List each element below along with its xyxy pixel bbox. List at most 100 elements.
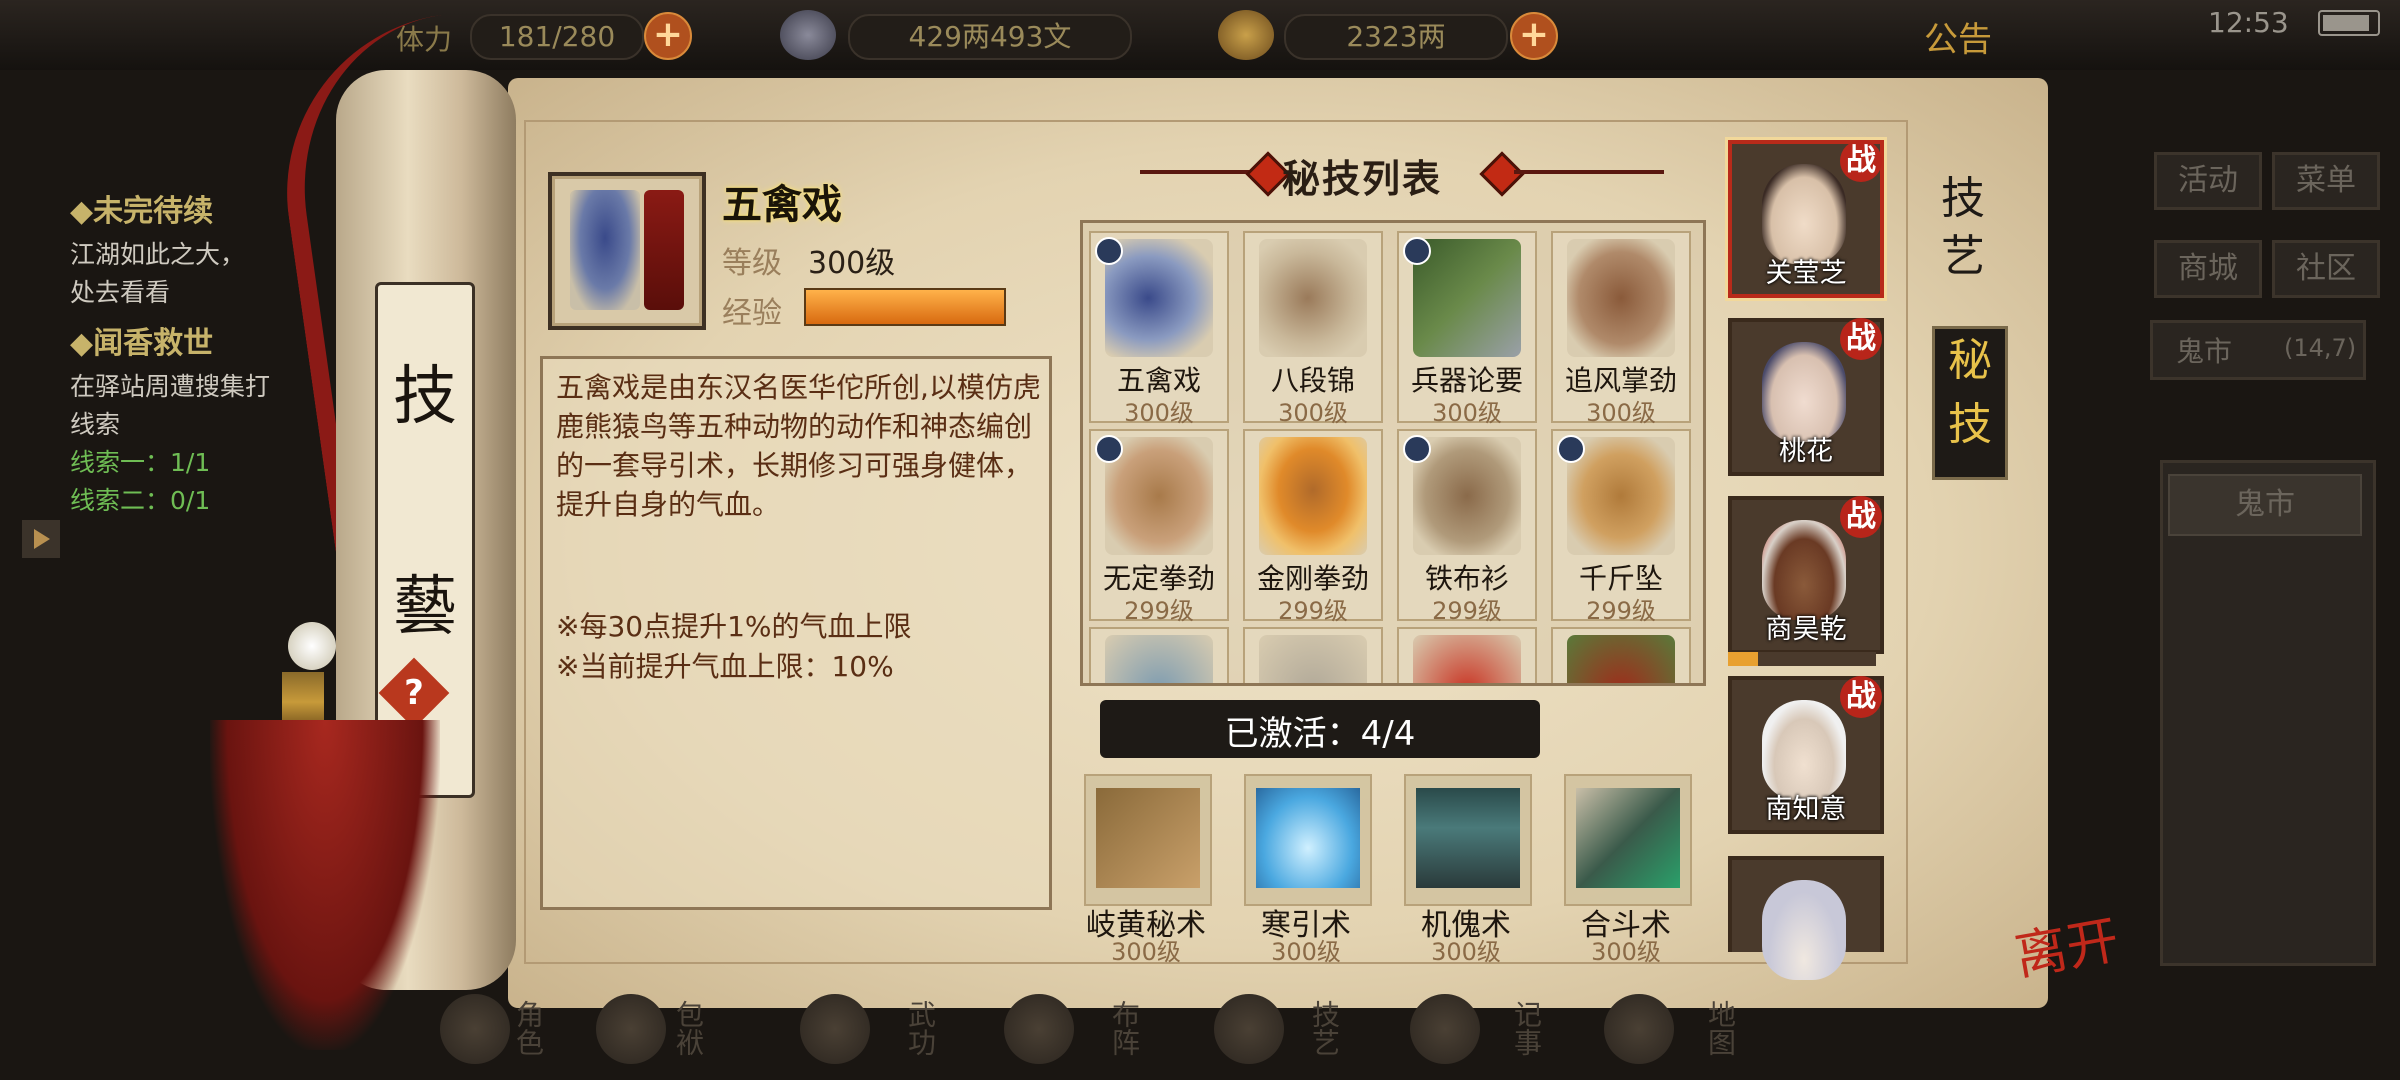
skill-cell-partial[interactable]	[1089, 627, 1229, 683]
title-ornament	[1140, 170, 1260, 174]
character-card[interactable]: 战 商昊乾	[1728, 496, 1884, 654]
tab-label: 艺	[1941, 231, 1985, 282]
skill-note: ※每30点提升1%的气血上限	[556, 610, 912, 643]
nav-bag-icon[interactable]	[596, 994, 666, 1064]
tab-label: 秘	[1948, 335, 1992, 386]
quest-title[interactable]: ◆闻香救世	[70, 318, 340, 362]
tool-level: 300级	[1591, 938, 1661, 966]
skill-cell[interactable]: 铁布衫 299级	[1397, 429, 1537, 625]
nav-label: 包袱	[672, 1000, 705, 1056]
skill-icon	[1259, 239, 1367, 357]
skill-icon	[1105, 635, 1213, 683]
skill-cell[interactable]: 追风掌劲 300级	[1551, 231, 1691, 427]
level-label: 等级	[722, 246, 782, 281]
battle-tag: 战	[1840, 140, 1882, 182]
shop-button[interactable]: 商城	[2154, 240, 2262, 298]
skill-cell-partial[interactable]	[1397, 627, 1537, 683]
menu-button[interactable]: 菜单	[2272, 152, 2380, 210]
help-icon-glyph: ?	[404, 673, 424, 713]
skill-level: 300级	[1432, 399, 1502, 427]
activated-count: 已激活：4/4	[1224, 714, 1416, 754]
skill-cell[interactable]: 五禽戏 300级	[1089, 231, 1229, 427]
expand-arrow-icon[interactable]	[22, 520, 60, 558]
tab-label: 技	[1948, 399, 1992, 450]
skill-cell-partial[interactable]	[1243, 627, 1383, 683]
location-coords: (14,7)	[2284, 334, 2357, 362]
character-portrait	[1762, 700, 1846, 800]
character-card-partial[interactable]	[1728, 856, 1884, 980]
silver-icon	[780, 10, 836, 60]
tassel	[210, 720, 440, 1050]
character-name: 桃花	[1779, 436, 1833, 467]
nav-label: 技艺	[1308, 1000, 1341, 1056]
skill-icon	[1259, 437, 1367, 555]
tool-level: 300级	[1111, 938, 1181, 966]
add-gold-button[interactable]: +	[1510, 12, 1558, 60]
skill-cell[interactable]: 兵器论要 300级	[1397, 231, 1537, 427]
battery-icon	[2318, 10, 2380, 36]
tool-icon-hedou[interactable]	[1564, 774, 1692, 906]
exp-label: 经验	[722, 296, 782, 331]
skill-cell-partial[interactable]	[1551, 627, 1691, 683]
skill-cell[interactable]: 千斤坠 299级	[1551, 429, 1691, 625]
character-card[interactable]: 战 南知意	[1728, 676, 1884, 834]
quest-clue: 线索二：0/1	[70, 486, 211, 515]
battle-tag: 战	[1840, 496, 1882, 538]
ice-icon	[1256, 788, 1360, 888]
list-title: 秘技列表	[1282, 157, 1443, 201]
gold-value: 2323两	[1284, 14, 1508, 60]
character-card[interactable]: 战 桃花	[1728, 318, 1884, 476]
character-card[interactable]: 战 关莹芝	[1728, 140, 1884, 298]
machine-icon	[1416, 788, 1520, 888]
skill-level: 300级	[1124, 399, 1194, 427]
tool-icon-hanyin[interactable]	[1244, 774, 1372, 906]
nav-map-icon[interactable]	[1604, 994, 1674, 1064]
jade-bead	[288, 622, 336, 670]
selected-skill-icon	[548, 172, 706, 330]
tool-level: 300级	[1431, 938, 1501, 966]
skill-cell[interactable]: 无定拳劲 299级	[1089, 429, 1229, 625]
tab-secret-skills[interactable]: 秘 技	[1932, 326, 2008, 480]
skill-cell[interactable]: 八段锦 300级	[1243, 231, 1383, 427]
practice-progress-fill	[1728, 652, 1758, 666]
person-icon	[1557, 435, 1585, 463]
silver-value: 429两493文	[848, 14, 1132, 60]
tab-skills[interactable]: 技 艺	[1928, 170, 1998, 300]
skill-figure	[570, 190, 640, 310]
skill-note: ※当前提升气血上限：10%	[556, 650, 894, 683]
skill-grid[interactable]: 五禽戏 300级 八段锦 300级 兵器论要 300级 追风掌劲 300级 无定…	[1080, 220, 1706, 686]
skill-icon	[1413, 635, 1521, 683]
practice-progress-bar	[1728, 652, 1876, 666]
character-portrait	[1762, 520, 1846, 620]
skill-level: 299级	[1278, 597, 1348, 625]
nav-label: 布阵	[1108, 1000, 1141, 1056]
tool-icon-qihuang[interactable]	[1084, 774, 1212, 906]
exp-bar	[804, 288, 1006, 326]
skill-cell[interactable]: 金刚拳劲 299级	[1243, 429, 1383, 625]
person-icon	[1095, 435, 1123, 463]
location-button[interactable]: 鬼市	[2168, 474, 2362, 536]
nav-journal-icon[interactable]	[1410, 994, 1480, 1064]
gold-ingot-icon	[1218, 10, 1274, 60]
nav-label: 记事	[1510, 1000, 1543, 1056]
location-name: 鬼市	[2176, 335, 2233, 368]
nav-formation-icon[interactable]	[1004, 994, 1074, 1064]
skill-level: 300级	[1586, 399, 1656, 427]
character-name: 商昊乾	[1765, 614, 1847, 645]
character-portrait	[1762, 880, 1846, 980]
notice-button[interactable]: 公告	[1924, 12, 1992, 61]
community-button[interactable]: 社区	[2272, 240, 2380, 298]
person-icon	[1403, 435, 1431, 463]
nav-martial-icon[interactable]	[800, 994, 870, 1064]
skill-level: 299级	[1586, 597, 1656, 625]
tool-icon-jikui[interactable]	[1404, 774, 1532, 906]
nav-character-icon[interactable]	[440, 994, 510, 1064]
quest-text: 在驿站周遭搜集打	[70, 372, 271, 401]
skill-calligraphy	[644, 190, 684, 310]
person-icon	[1403, 237, 1431, 265]
character-portrait	[1762, 164, 1846, 264]
add-stamina-button[interactable]: +	[644, 12, 692, 60]
book-crate-icon	[1096, 788, 1200, 888]
nav-craft-icon[interactable]	[1214, 994, 1284, 1064]
activity-button[interactable]: 活动	[2154, 152, 2262, 210]
